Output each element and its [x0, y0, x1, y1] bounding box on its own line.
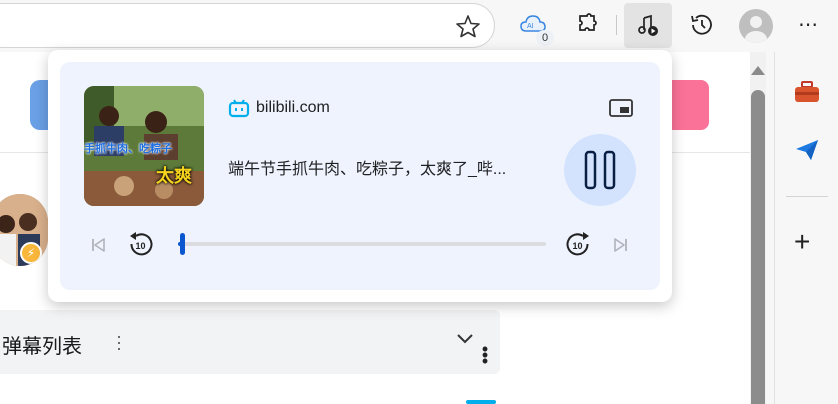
media-control-button[interactable]: [624, 3, 672, 48]
overflow-dots-icon[interactable]: • • •: [480, 340, 490, 370]
play-pause-button[interactable]: [564, 134, 636, 206]
replay-10-icon: 10: [130, 232, 153, 256]
side-panel-separator: [786, 196, 828, 197]
browser-window: ⚡ 弹幕列表 · · · • • • + AI 0 ⋯ 手抓牛肉、吃粽子 太爽 …: [0, 0, 838, 404]
site-name: bilibili.com: [256, 99, 330, 116]
avatar-icon: [745, 16, 767, 43]
add-icon[interactable]: +: [794, 226, 810, 258]
picture-in-picture-icon: [609, 99, 633, 117]
previous-track-button[interactable]: [84, 231, 112, 259]
rewind-10-button[interactable]: 10: [127, 230, 155, 258]
verified-bolt-icon: ⚡: [20, 242, 42, 264]
thumbnail-tag: 太爽: [156, 166, 192, 186]
profile-avatar-button[interactable]: [739, 9, 773, 43]
forward-10-icon: 10: [566, 232, 589, 256]
media-source: bilibili.com: [228, 96, 330, 120]
accent-marker: [466, 400, 496, 404]
extensions-button[interactable]: [570, 8, 604, 42]
toolbox-icon[interactable]: [793, 80, 821, 104]
rewind-label: 10: [136, 241, 146, 251]
forward-10-button[interactable]: 10: [564, 230, 592, 258]
scroll-up-arrow-icon[interactable]: [751, 66, 765, 75]
bilibili-tv-icon: [228, 99, 250, 118]
paper-plane-icon[interactable]: [794, 138, 820, 162]
skip-previous-icon: [92, 238, 105, 252]
puzzle-icon: [579, 13, 597, 31]
progress-handle[interactable]: [180, 233, 185, 255]
star-outline-icon[interactable]: [455, 14, 481, 38]
music-note-play-icon: [638, 14, 658, 36]
chevron-down-icon[interactable]: [456, 332, 474, 346]
svg-text:AI: AI: [527, 23, 534, 30]
progress-track[interactable]: [184, 242, 546, 246]
ai-extension-badge: 0: [536, 30, 554, 46]
track-title: 端午节手抓牛肉、吃粽子，太爽了_哔...: [228, 161, 507, 178]
video-thumbnail[interactable]: 手抓牛肉、吃粽子 太爽: [84, 86, 204, 206]
forward-label: 10: [573, 241, 583, 251]
danmaku-menu-icon[interactable]: · · ·: [114, 327, 124, 357]
address-bar[interactable]: [0, 3, 495, 48]
next-track-button[interactable]: [607, 231, 635, 259]
history-button[interactable]: [685, 8, 719, 42]
thumbnail-caption: 手抓牛肉、吃粽子: [84, 143, 172, 155]
scrollbar-thumb[interactable]: [751, 90, 765, 404]
history-clock-icon: [691, 14, 712, 35]
toolbar-separator: [616, 15, 617, 35]
skip-next-icon: [614, 238, 627, 252]
picture-in-picture-button[interactable]: [606, 94, 636, 122]
more-menu-button[interactable]: ⋯: [798, 12, 819, 37]
uploader-avatar[interactable]: ⚡: [0, 194, 48, 266]
pause-icon: [584, 150, 616, 190]
danmaku-list-label: 弹幕列表: [2, 336, 82, 358]
